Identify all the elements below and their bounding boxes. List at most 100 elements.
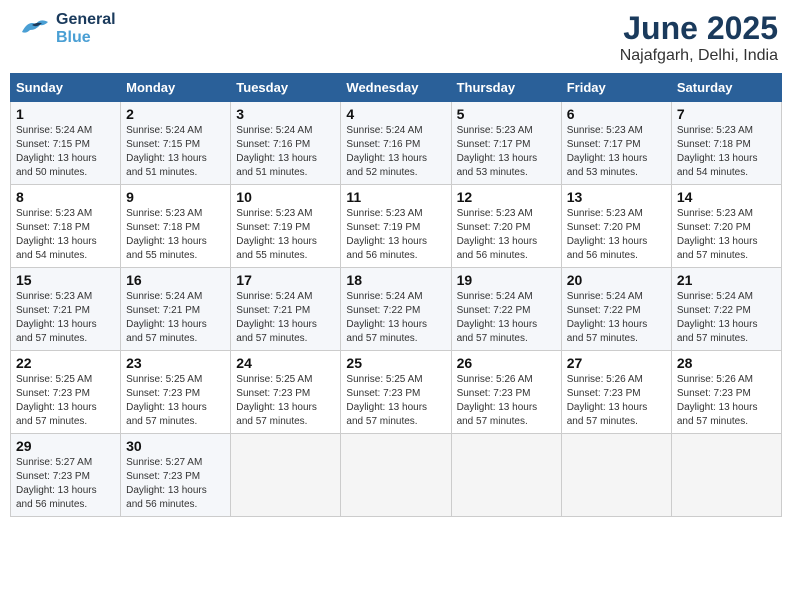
day-number: 26 [457, 355, 556, 371]
calendar-cell: 16Sunrise: 5:24 AM Sunset: 7:21 PM Dayli… [121, 268, 231, 351]
day-detail: Sunrise: 5:24 AM Sunset: 7:22 PM Dayligh… [457, 290, 556, 346]
day-number: 27 [567, 355, 666, 371]
day-detail: Sunrise: 5:24 AM Sunset: 7:22 PM Dayligh… [567, 290, 666, 346]
day-detail: Sunrise: 5:24 AM Sunset: 7:22 PM Dayligh… [346, 290, 445, 346]
calendar-header-cell: Sunday [11, 74, 121, 102]
calendar-header-cell: Tuesday [231, 74, 341, 102]
day-detail: Sunrise: 5:23 AM Sunset: 7:18 PM Dayligh… [16, 207, 115, 263]
day-detail: Sunrise: 5:23 AM Sunset: 7:21 PM Dayligh… [16, 290, 115, 346]
calendar-cell: 2 Sunrise: 5:24 AM Sunset: 7:15 PM Daylig… [121, 102, 231, 185]
day-detail: Sunrise: 5:25 AM Sunset: 7:23 PM Dayligh… [16, 373, 115, 429]
day-detail: Sunrise: 5:23 AM Sunset: 7:20 PM Dayligh… [457, 207, 556, 263]
location-title: Najafgarh, Delhi, India [620, 47, 778, 65]
calendar-cell: 24 Sunrise: 5:25 AM Sunset: 7:23 PM Dayli… [231, 351, 341, 434]
calendar-cell: 5 Sunrise: 5:23 AM Sunset: 7:17 PM Daylig… [451, 102, 561, 185]
day-number: 7 [677, 106, 776, 122]
calendar-cell [341, 434, 451, 517]
logo-text: General Blue [56, 11, 116, 46]
calendar-cell: 12 Sunrise: 5:23 AM Sunset: 7:20 PM Dayli… [451, 185, 561, 268]
day-detail: Sunrise: 5:23 AM Sunset: 7:18 PM Dayligh… [677, 124, 776, 180]
logo-blue-text: Blue [56, 29, 116, 47]
calendar-cell: 28 Sunrise: 5:26 AM Sunset: 7:23 PM Dayli… [671, 351, 781, 434]
day-detail: Sunrise: 5:26 AM Sunset: 7:23 PM Dayligh… [457, 373, 556, 429]
calendar-cell: 3 Sunrise: 5:24 AM Sunset: 7:16 PM Daylig… [231, 102, 341, 185]
day-detail: Sunrise: 5:24 AM Sunset: 7:16 PM Dayligh… [236, 124, 335, 180]
day-detail: Sunrise: 5:24 AM Sunset: 7:21 PM Dayligh… [236, 290, 335, 346]
day-detail: Sunrise: 5:23 AM Sunset: 7:18 PM Dayligh… [126, 207, 225, 263]
day-number: 22 [16, 355, 115, 371]
day-detail: Sunrise: 5:23 AM Sunset: 7:20 PM Dayligh… [677, 207, 776, 263]
day-detail: Sunrise: 5:23 AM Sunset: 7:20 PM Dayligh… [567, 207, 666, 263]
calendar-header-row: SundayMondayTuesdayWednesdayThursdayFrid… [11, 74, 782, 102]
calendar-cell: 4Sunrise: 5:24 AM Sunset: 7:16 PM Daylig… [341, 102, 451, 185]
calendar-body: 1 Sunrise: 5:24 AM Sunset: 7:15 PM Daylig… [11, 102, 782, 517]
day-number: 14 [677, 189, 776, 205]
calendar-cell: 29 Sunrise: 5:27 AM Sunset: 7:23 PM Dayli… [11, 434, 121, 517]
day-detail: Sunrise: 5:23 AM Sunset: 7:19 PM Dayligh… [346, 207, 445, 263]
calendar-cell [671, 434, 781, 517]
calendar-cell: 8 Sunrise: 5:23 AM Sunset: 7:18 PM Daylig… [11, 185, 121, 268]
calendar-cell: 6 Sunrise: 5:23 AM Sunset: 7:17 PM Daylig… [561, 102, 671, 185]
calendar-cell: 9 Sunrise: 5:23 AM Sunset: 7:18 PM Daylig… [121, 185, 231, 268]
day-detail: Sunrise: 5:26 AM Sunset: 7:23 PM Dayligh… [567, 373, 666, 429]
day-number: 3 [236, 106, 335, 122]
calendar-cell [451, 434, 561, 517]
calendar-cell: 18 Sunrise: 5:24 AM Sunset: 7:22 PM Dayli… [341, 268, 451, 351]
calendar-header-cell: Saturday [671, 74, 781, 102]
day-detail: Sunrise: 5:24 AM Sunset: 7:15 PM Dayligh… [16, 124, 115, 180]
calendar-cell: 13 Sunrise: 5:23 AM Sunset: 7:20 PM Dayli… [561, 185, 671, 268]
day-detail: Sunrise: 5:25 AM Sunset: 7:23 PM Dayligh… [236, 373, 335, 429]
day-detail: Sunrise: 5:24 AM Sunset: 7:16 PM Dayligh… [346, 124, 445, 180]
calendar-cell: 1 Sunrise: 5:24 AM Sunset: 7:15 PM Daylig… [11, 102, 121, 185]
day-detail: Sunrise: 5:24 AM Sunset: 7:15 PM Dayligh… [126, 124, 225, 180]
calendar-cell: 22 Sunrise: 5:25 AM Sunset: 7:23 PM Dayli… [11, 351, 121, 434]
day-number: 28 [677, 355, 776, 371]
day-number: 24 [236, 355, 335, 371]
month-title: June 2025 [620, 10, 778, 47]
day-detail: Sunrise: 5:23 AM Sunset: 7:19 PM Dayligh… [236, 207, 335, 263]
calendar-cell: 15Sunrise: 5:23 AM Sunset: 7:21 PM Dayli… [11, 268, 121, 351]
calendar-cell: 10Sunrise: 5:23 AM Sunset: 7:19 PM Dayli… [231, 185, 341, 268]
day-number: 29 [16, 438, 115, 454]
day-detail: Sunrise: 5:23 AM Sunset: 7:17 PM Dayligh… [457, 124, 556, 180]
calendar-header-cell: Monday [121, 74, 231, 102]
day-detail: Sunrise: 5:25 AM Sunset: 7:23 PM Dayligh… [346, 373, 445, 429]
calendar-cell: 21Sunrise: 5:24 AM Sunset: 7:22 PM Dayli… [671, 268, 781, 351]
day-number: 12 [457, 189, 556, 205]
calendar-row: 29 Sunrise: 5:27 AM Sunset: 7:23 PM Dayli… [11, 434, 782, 517]
day-number: 17 [236, 272, 335, 288]
calendar-cell [231, 434, 341, 517]
calendar-row: 1 Sunrise: 5:24 AM Sunset: 7:15 PM Daylig… [11, 102, 782, 185]
calendar-header-cell: Friday [561, 74, 671, 102]
day-detail: Sunrise: 5:26 AM Sunset: 7:23 PM Dayligh… [677, 373, 776, 429]
calendar-cell: 19 Sunrise: 5:24 AM Sunset: 7:22 PM Dayli… [451, 268, 561, 351]
calendar-row: 22 Sunrise: 5:25 AM Sunset: 7:23 PM Dayli… [11, 351, 782, 434]
day-number: 18 [346, 272, 445, 288]
day-number: 1 [16, 106, 115, 122]
day-number: 2 [126, 106, 225, 122]
calendar-row: 15Sunrise: 5:23 AM Sunset: 7:21 PM Dayli… [11, 268, 782, 351]
day-number: 19 [457, 272, 556, 288]
day-number: 8 [16, 189, 115, 205]
day-detail: Sunrise: 5:23 AM Sunset: 7:17 PM Dayligh… [567, 124, 666, 180]
title-area: June 2025 Najafgarh, Delhi, India [620, 10, 778, 65]
day-number: 13 [567, 189, 666, 205]
calendar-cell: 7 Sunrise: 5:23 AM Sunset: 7:18 PM Daylig… [671, 102, 781, 185]
day-number: 5 [457, 106, 556, 122]
day-detail: Sunrise: 5:24 AM Sunset: 7:22 PM Dayligh… [677, 290, 776, 346]
calendar-cell: 20 Sunrise: 5:24 AM Sunset: 7:22 PM Dayli… [561, 268, 671, 351]
day-number: 11 [346, 189, 445, 205]
calendar-cell: 25Sunrise: 5:25 AM Sunset: 7:23 PM Dayli… [341, 351, 451, 434]
day-number: 23 [126, 355, 225, 371]
day-number: 20 [567, 272, 666, 288]
calendar-cell: 11 Sunrise: 5:23 AM Sunset: 7:19 PM Dayli… [341, 185, 451, 268]
page-header: General Blue June 2025 Najafgarh, Delhi,… [10, 10, 782, 65]
day-detail: Sunrise: 5:27 AM Sunset: 7:23 PM Dayligh… [16, 456, 115, 512]
calendar-header-cell: Thursday [451, 74, 561, 102]
day-detail: Sunrise: 5:25 AM Sunset: 7:23 PM Dayligh… [126, 373, 225, 429]
logo: General Blue [14, 10, 116, 48]
calendar-cell: 14 Sunrise: 5:23 AM Sunset: 7:20 PM Dayli… [671, 185, 781, 268]
day-number: 6 [567, 106, 666, 122]
calendar-row: 8 Sunrise: 5:23 AM Sunset: 7:18 PM Daylig… [11, 185, 782, 268]
day-number: 9 [126, 189, 225, 205]
